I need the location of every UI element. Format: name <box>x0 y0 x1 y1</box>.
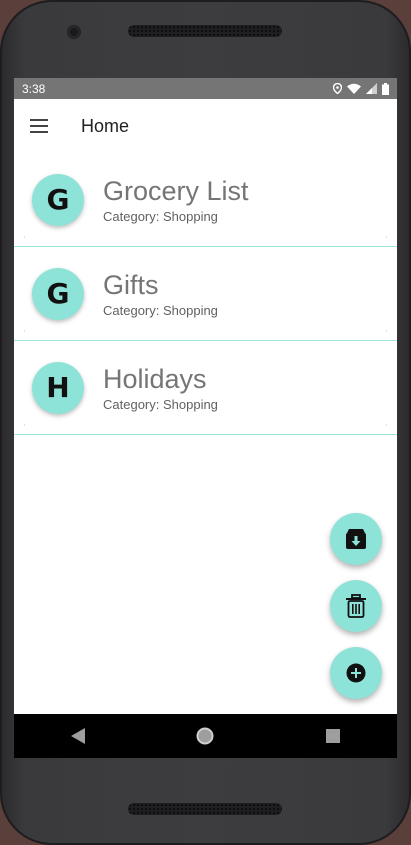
list-item-title: Gifts <box>103 270 159 300</box>
back-button[interactable] <box>58 716 98 756</box>
list-item-category: Category: Shopping <box>103 209 218 224</box>
list-item-title: Holidays <box>103 364 207 394</box>
list-item[interactable]: H Holidays Category: Shopping <box>14 341 397 435</box>
add-icon <box>346 663 366 683</box>
status-bar: 3:38 <box>14 78 397 99</box>
app-bar: Home <box>14 99 397 153</box>
avatar: H <box>32 361 84 414</box>
status-icons <box>333 82 389 95</box>
delete-button[interactable] <box>330 580 382 632</box>
menu-button[interactable] <box>14 99 64 153</box>
earpiece-speaker <box>128 25 282 37</box>
front-camera <box>67 25 81 39</box>
battery-icon <box>382 82 389 95</box>
avatar: G <box>32 173 84 226</box>
phone-frame: 3:38 Home G Grocery List Category: Shopp… <box>0 0 411 845</box>
wifi-icon <box>347 83 361 94</box>
list-item-category: Category: Shopping <box>103 303 218 318</box>
list-item[interactable]: G Gifts Category: Shopping <box>14 247 397 341</box>
bottom-speaker <box>128 803 282 815</box>
home-icon <box>196 727 214 745</box>
menu-icon <box>30 119 48 133</box>
archive-icon <box>346 529 366 549</box>
list-item-text: Gifts Category: Shopping <box>103 269 218 318</box>
list-item-title: Grocery List <box>103 176 249 206</box>
signal-icon <box>366 83 377 94</box>
system-nav-bar <box>14 714 397 758</box>
recents-button[interactable] <box>313 716 353 756</box>
list-item-category: Category: Shopping <box>103 397 218 412</box>
add-list-button[interactable] <box>330 647 382 699</box>
screen: 3:38 Home G Grocery List Category: Shopp… <box>14 78 397 758</box>
trash-icon <box>346 594 366 618</box>
status-time: 3:38 <box>22 81 46 96</box>
back-icon <box>70 728 85 744</box>
recents-icon <box>326 729 341 743</box>
location-icon <box>333 83 342 94</box>
list-item-text: Grocery List Category: Shopping <box>103 175 249 224</box>
home-button[interactable] <box>185 716 225 756</box>
archive-button[interactable] <box>330 513 382 565</box>
avatar: G <box>32 267 84 320</box>
shopping-lists: G Grocery List Category: Shopping G Gift… <box>14 153 397 435</box>
page-title: Home <box>81 115 130 136</box>
list-item-text: Holidays Category: Shopping <box>103 363 218 412</box>
list-item[interactable]: G Grocery List Category: Shopping <box>14 153 397 247</box>
